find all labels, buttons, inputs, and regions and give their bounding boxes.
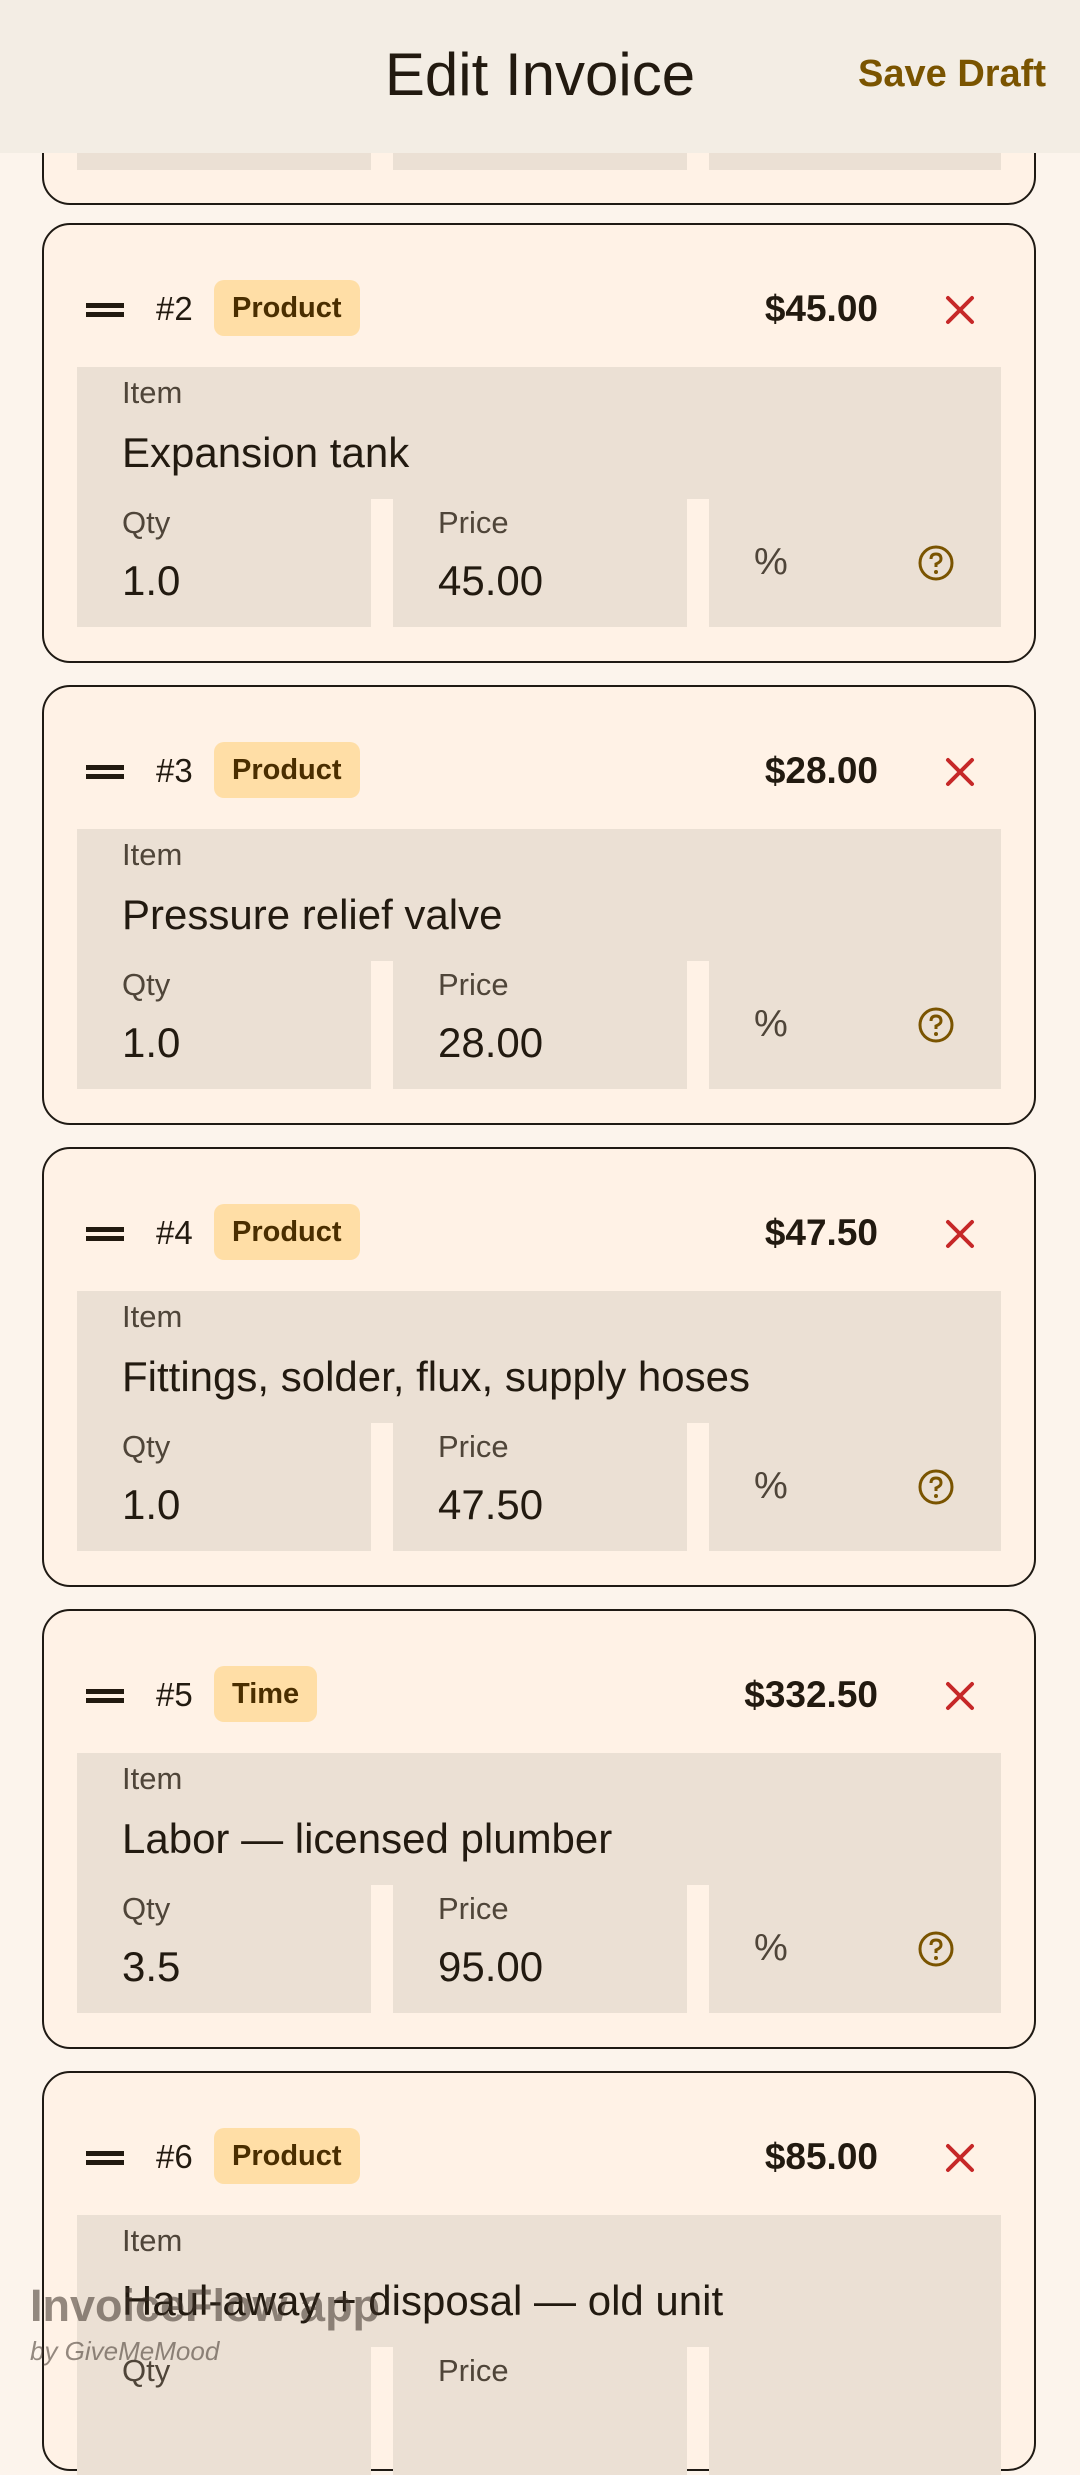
qty-field[interactable]: Qty 3.5 — [77, 1883, 371, 2013]
item-field[interactable]: Item Labor — licensed plumber — [77, 1753, 1001, 1885]
close-icon[interactable] — [938, 2136, 982, 2180]
item-field-value: Expansion tank — [122, 429, 410, 476]
qty-field[interactable]: Qty 1.0 — [77, 497, 371, 627]
help-circle-icon[interactable] — [916, 543, 956, 583]
app-watermark: InvoiceFlow app by GiveMeMood — [30, 2280, 380, 2367]
qty-field-value: 1.0 — [122, 1481, 181, 1528]
price-field[interactable]: Price 47.50 — [393, 1421, 687, 1551]
price-field-label: Price — [438, 1429, 509, 1464]
item-field-label: Item — [122, 2223, 183, 2258]
drag-handle-icon[interactable] — [86, 1689, 124, 1703]
line-item-total: $332.50 — [744, 1674, 878, 1715]
close-icon[interactable] — [938, 1212, 982, 1256]
watermark-name: InvoiceFlow app — [30, 2280, 381, 2331]
line-item-index: #3 — [156, 752, 193, 789]
price-field-label: Price — [438, 1891, 509, 1926]
line-item-total: $85.00 — [764, 2136, 878, 2177]
line-item-total: $45.00 — [764, 288, 878, 329]
help-circle-icon[interactable] — [916, 1467, 956, 1507]
line-item-index: #5 — [156, 1676, 193, 1713]
price-field[interactable]: Price 95.00 — [393, 1883, 687, 2013]
price-field[interactable]: Price — [393, 2345, 687, 2475]
item-type-chip[interactable]: Product — [214, 2128, 360, 2184]
price-field-value: 45.00 — [438, 557, 544, 604]
qty-field[interactable]: Qty 1.0 — [77, 959, 371, 1089]
price-field[interactable]: Price 28.00 — [393, 959, 687, 1089]
percent-symbol: % — [754, 541, 788, 583]
price-field-value: 47.50 — [438, 1481, 544, 1528]
line-item-total: $28.00 — [764, 750, 878, 791]
item-field[interactable]: Item Pressure relief valve — [77, 829, 1001, 961]
line-item-index: #2 — [156, 290, 193, 327]
price-field-value: 28.00 — [438, 1019, 544, 1066]
price-field-value: 95.00 — [438, 1943, 544, 1990]
drag-handle-icon[interactable] — [86, 2151, 124, 2165]
app-bar: Edit Invoice Save Draft — [0, 0, 1080, 153]
close-icon[interactable] — [938, 1674, 982, 1718]
item-field-value: Pressure relief valve — [122, 891, 503, 938]
help-circle-icon[interactable] — [916, 1005, 956, 1045]
line-item-card: #6 Product $85.00 Item Haul-away + dispo… — [42, 2071, 1036, 2475]
percent-symbol: % — [754, 1003, 788, 1045]
watermark-byline: by GiveMeMood — [30, 2336, 220, 2366]
save-draft-button[interactable]: Save Draft — [858, 53, 1046, 96]
discount-field[interactable]: % — [709, 959, 1001, 1089]
item-field[interactable]: Item Expansion tank — [77, 367, 1001, 499]
item-type-chip[interactable]: Time — [214, 1666, 318, 1722]
item-field-value: Fittings, solder, flux, supply hoses — [122, 1353, 750, 1400]
discount-field[interactable]: % — [709, 497, 1001, 627]
item-field[interactable]: Item Fittings, solder, flux, supply hose… — [77, 1291, 1001, 1423]
price-field-label: Price — [438, 2353, 509, 2388]
help-circle-icon[interactable] — [916, 1929, 956, 1969]
discount-field[interactable]: % — [709, 1883, 1001, 2013]
price-field-label: Price — [438, 505, 509, 540]
price-field-label: Price — [438, 967, 509, 1002]
qty-field-value: 1.0 — [122, 1019, 181, 1066]
qty-field-value: 1.0 — [122, 557, 181, 604]
line-item-card: #4 Product $47.50 Item Fittings, solder,… — [42, 1147, 1036, 1587]
line-item-index: #4 — [156, 1214, 193, 1251]
line-item-card: #2 Product $45.00 Item Expansion tank Qt… — [42, 223, 1036, 663]
item-field-label: Item — [122, 1299, 183, 1334]
item-field-label: Item — [122, 375, 183, 410]
qty-field-label: Qty — [122, 1429, 171, 1464]
close-icon[interactable] — [938, 288, 982, 332]
line-item-total: $47.50 — [764, 1212, 878, 1253]
item-field-value: Labor — licensed plumber — [122, 1815, 613, 1862]
percent-symbol: % — [754, 1465, 788, 1507]
line-item-index: #6 — [156, 2138, 193, 2175]
close-icon[interactable] — [938, 750, 982, 794]
discount-field[interactable]: % — [709, 1421, 1001, 1551]
discount-field[interactable] — [709, 2345, 1001, 2475]
item-field-label: Item — [122, 837, 183, 872]
drag-handle-icon[interactable] — [86, 765, 124, 779]
drag-handle-icon[interactable] — [86, 303, 124, 317]
item-type-chip[interactable]: Product — [214, 1204, 360, 1260]
item-type-chip[interactable]: Product — [214, 742, 360, 798]
qty-field-label: Qty — [122, 1891, 171, 1926]
price-field[interactable]: Price 45.00 — [393, 497, 687, 627]
drag-handle-icon[interactable] — [86, 1227, 124, 1241]
item-field-label: Item — [122, 1761, 183, 1796]
qty-field-label: Qty — [122, 505, 171, 540]
line-item-card: #3 Product $28.00 Item Pressure relief v… — [42, 685, 1036, 1125]
line-item-card: #5 Time $332.50 Item Labor — licensed pl… — [42, 1609, 1036, 2049]
percent-symbol: % — [754, 1927, 788, 1969]
qty-field-value: 3.5 — [122, 1943, 181, 1990]
item-type-chip[interactable]: Product — [214, 280, 360, 336]
qty-field[interactable]: Qty 1.0 — [77, 1421, 371, 1551]
qty-field-label: Qty — [122, 967, 171, 1002]
